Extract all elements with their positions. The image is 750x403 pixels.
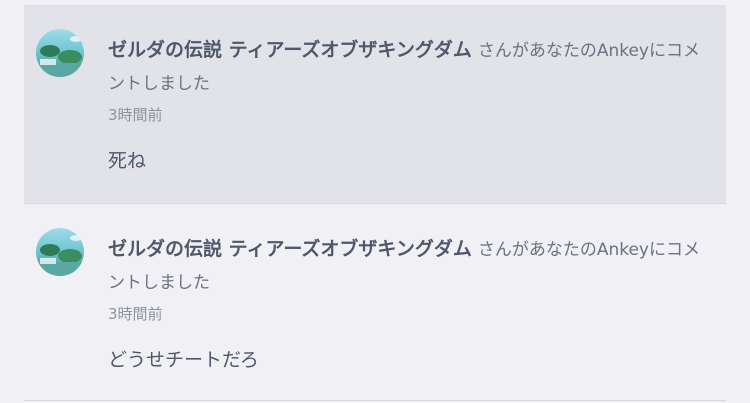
comment-text: 死ね [108,150,147,172]
timestamp: 3時間前 [108,106,163,124]
user-name[interactable]: ゼルダの伝説 ティアーズオブザキングダム [108,39,472,61]
comment-text: どうせチートだろ [108,349,259,371]
game-cover-avatar-icon [36,29,84,77]
notification-item[interactable]: ゼルダの伝説 ティアーズオブザキングダム さんがあなたのAnkeyにコメントしまし… [24,204,726,401]
timestamp: 3時間前 [108,305,163,323]
avatar[interactable] [36,228,84,276]
game-cover-avatar-icon [36,228,84,276]
user-name[interactable]: ゼルダの伝説 ティアーズオブザキングダム [108,238,472,260]
notification-feed: ゼルダの伝説 ティアーズオブザキングダム さんがあなたのAnkeyにコメントしまし… [0,0,750,403]
avatar[interactable] [36,29,84,77]
notification-item[interactable]: ゼルダの伝説 ティアーズオブザキングダム さんがあなたのAnkeyにコメントしまし… [24,5,726,204]
